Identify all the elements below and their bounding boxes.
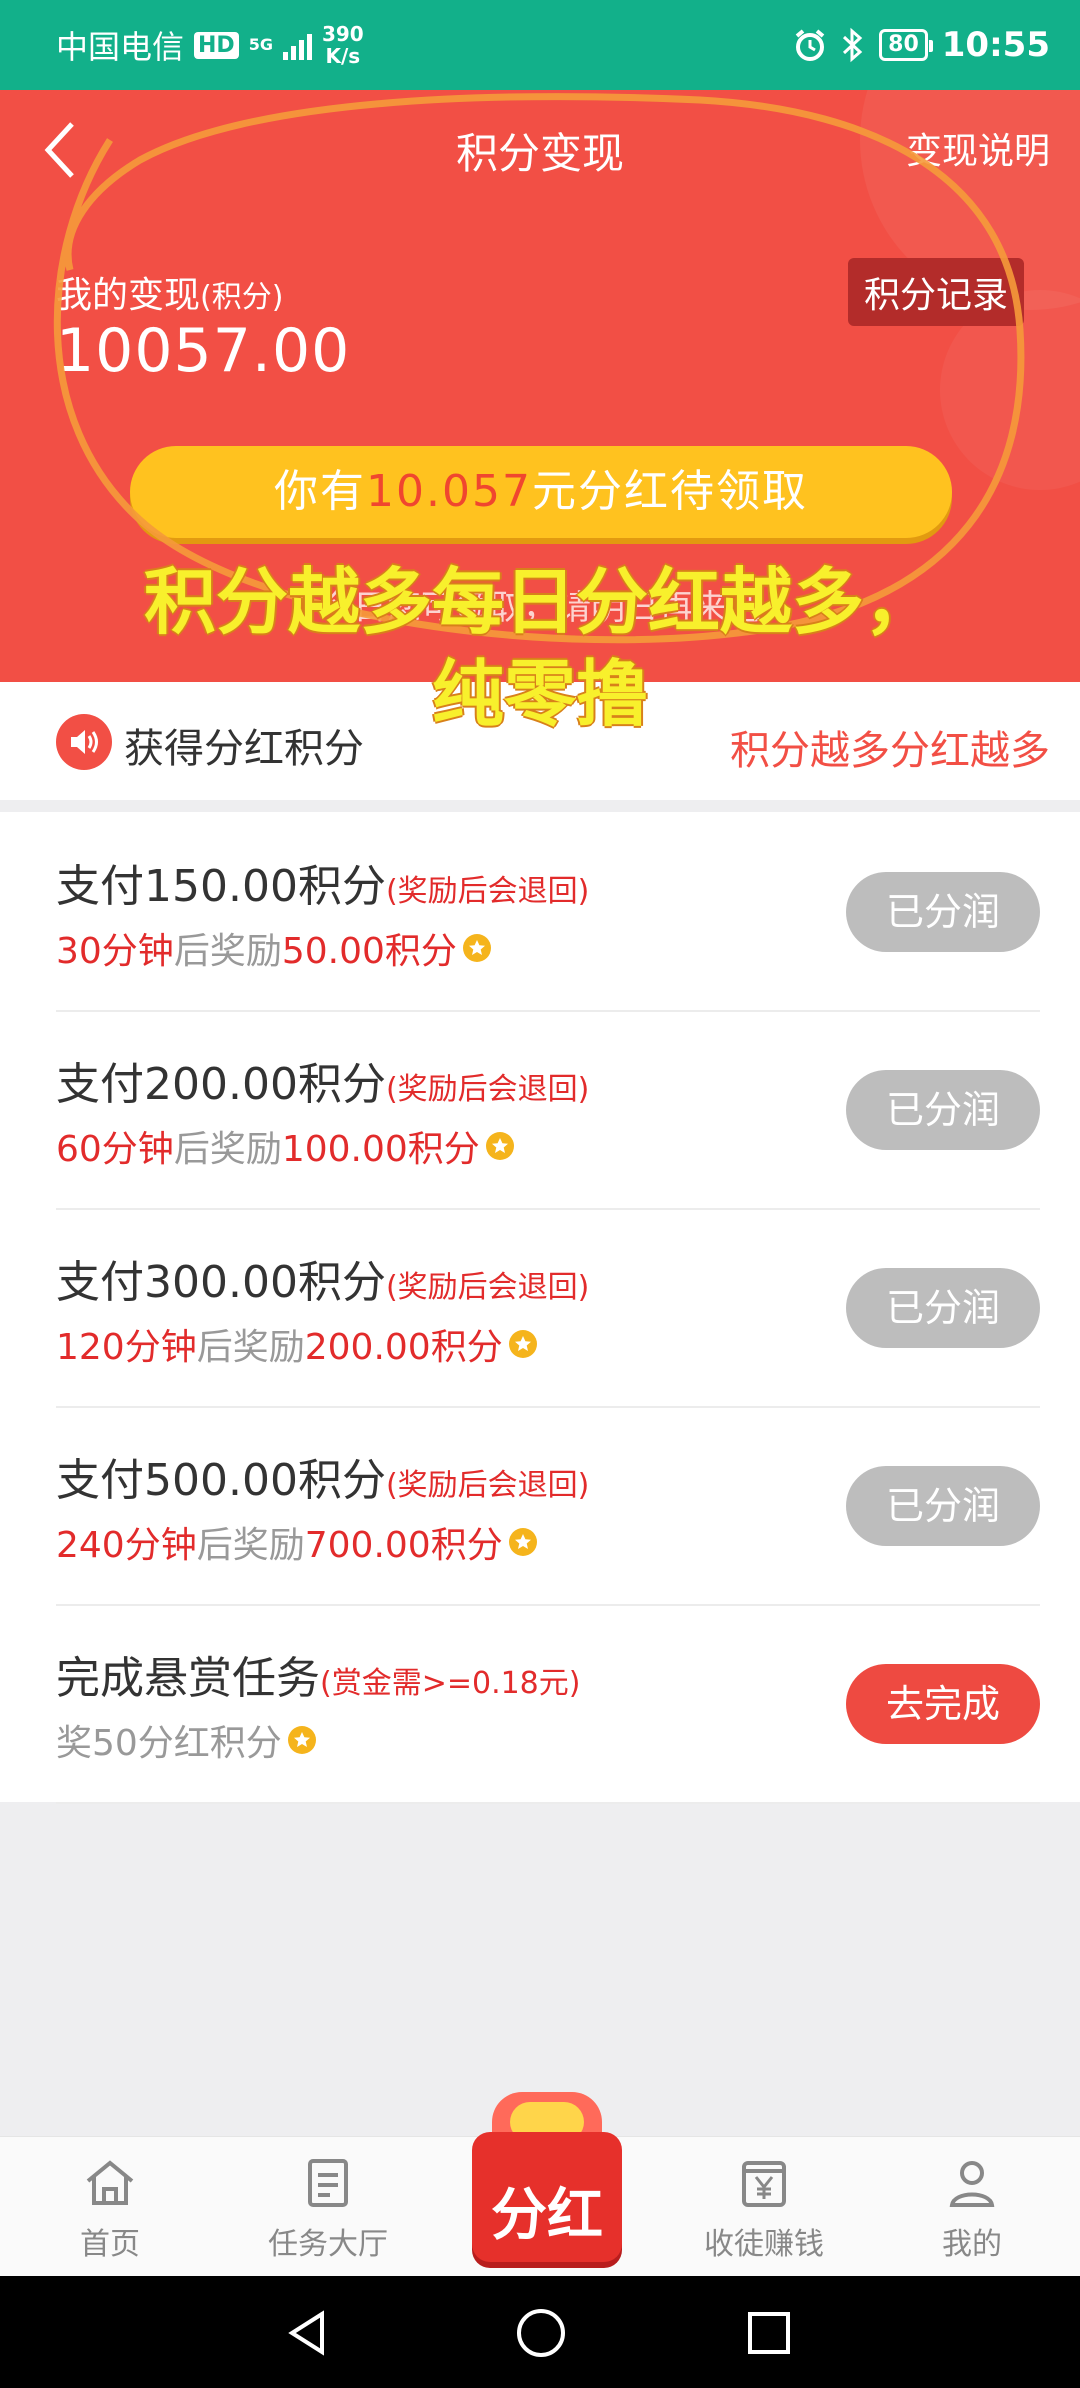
task-status-button[interactable]: 已分润 <box>846 1466 1040 1546</box>
hero-banner: 积分变现 变现说明 我的变现(积分) 10057.00 积分记录 你有10.05… <box>0 90 1080 682</box>
go-complete-button[interactable]: 去完成 <box>846 1664 1040 1744</box>
home-icon <box>86 2160 134 2205</box>
claim-dividend-button[interactable]: 你有10.057元分红待领取 <box>130 446 952 538</box>
star-coin-icon <box>508 1330 537 1358</box>
nav-recruit[interactable]: 收徒赚钱 <box>684 2155 844 2263</box>
dividend-amount: 10.057 <box>366 466 532 517</box>
task-row: 支付500.00积分(奖励后会退回) 240分钟 后奖励 700.00积分 已分润 <box>56 1406 1040 1606</box>
hint-text: 今日您可领取，请明日再来吧 <box>319 588 761 628</box>
speaker-icon <box>56 714 112 770</box>
task-row: 支付300.00积分(奖励后会退回) 120分钟 后奖励 200.00积分 已分润 <box>56 1208 1040 1408</box>
star-coin-icon <box>485 1132 514 1160</box>
task-status-button[interactable]: 已分润 <box>846 1070 1040 1150</box>
earn-section-note: 积分越多分红越多 <box>730 728 1050 774</box>
explain-link[interactable]: 变现说明 <box>906 122 1050 174</box>
points-record-button[interactable]: 积分记录 <box>847 258 1024 326</box>
bounty-task-row: 完成悬赏任务(赏金需>=0.18元) 奖50分红积分 去完成 <box>56 1604 1040 1804</box>
document-icon <box>308 2159 348 2207</box>
my-cashout-label: 我的变现(积分) <box>56 275 284 316</box>
star-coin-icon <box>508 1528 537 1556</box>
nav-task-hall[interactable]: 任务大厅 <box>248 2155 408 2263</box>
network-type: 5G <box>248 35 273 54</box>
star-coin-icon <box>462 934 491 962</box>
system-nav-bar <box>0 2276 1080 2388</box>
status-bar: 中国电信 HD 5G 390 K/s 80 10:55 <box>0 0 1080 90</box>
task-row: 支付150.00积分(奖励后会退回) 30分钟 后奖励 50.00积分 已分润 <box>56 812 1040 1012</box>
earn-section-title: 获得分红积分 <box>124 726 364 772</box>
battery-icon: 80 <box>879 29 933 61</box>
task-status-button[interactable]: 已分润 <box>846 1268 1040 1348</box>
signal-icon <box>282 30 312 60</box>
recents-square-icon[interactable] <box>744 2308 794 2358</box>
task-list: 支付150.00积分(奖励后会退回) 30分钟 后奖励 50.00积分 已分润 支付… <box>0 812 1080 1804</box>
clock: 10:55 <box>941 25 1050 65</box>
star-coin-icon <box>287 1726 316 1754</box>
nav-mine[interactable]: 我的 <box>892 2155 1052 2263</box>
task-row: 支付200.00积分(奖励后会退回) 60分钟 后奖励 100.00积分 已分润 <box>56 1010 1040 1210</box>
hd-badge: HD <box>194 31 239 59</box>
user-icon <box>949 2161 995 2207</box>
alarm-icon <box>795 29 825 61</box>
nav-home[interactable]: 首页 <box>30 2155 190 2263</box>
back-triangle-icon[interactable] <box>282 2308 332 2358</box>
wallet-yen-icon <box>742 2161 786 2207</box>
earn-section-header: 获得分红积分 积分越多分红越多 <box>0 682 1080 800</box>
home-circle-icon[interactable] <box>514 2306 568 2360</box>
my-cashout-value: 10057.00 <box>56 316 351 386</box>
network-speed: 390 K/s <box>321 22 364 68</box>
nav-dividend-center[interactable]: 分红 <box>462 2092 632 2272</box>
bluetooth-icon <box>843 27 863 63</box>
task-status-button[interactable]: 已分润 <box>846 872 1040 952</box>
carrier-name: 中国电信 <box>56 28 185 66</box>
